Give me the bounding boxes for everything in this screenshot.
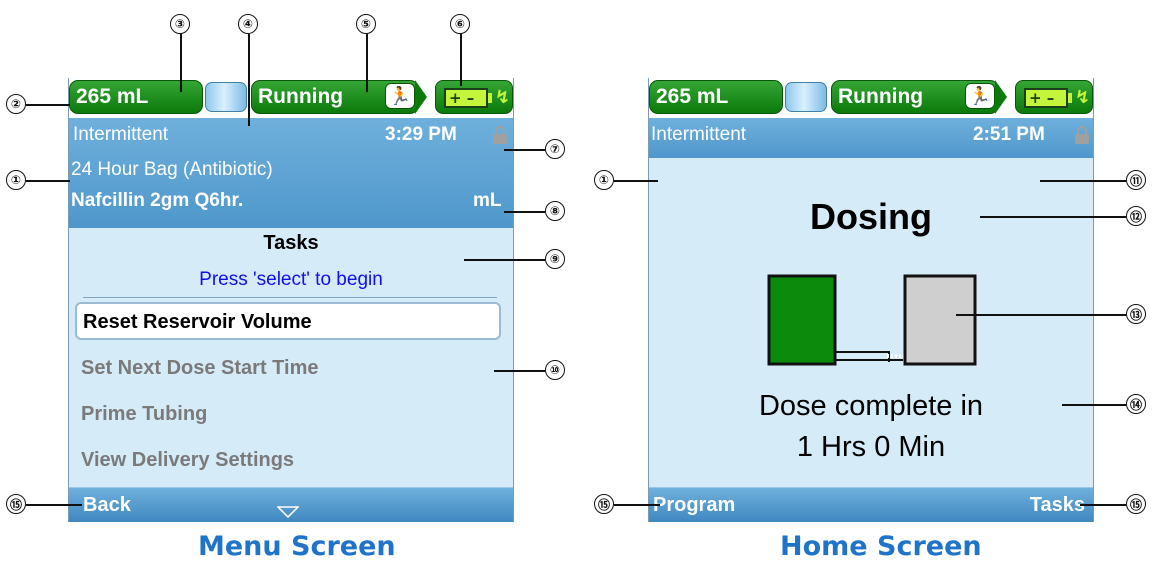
menu-item-reset-reservoir-volume[interactable]: Reset Reservoir Volume [75,302,501,340]
divider [83,297,497,298]
plug-icon: ↯ [495,87,511,108]
bag-icon [205,82,247,112]
callout-14: ⑭ [1126,394,1146,414]
lock-icon [493,126,507,144]
arrow-tip-icon [415,80,427,114]
home-screen: 265 mL Running 🏃 + – ↯ Intermittent 2:51… [648,78,1094,522]
screen-header: Intermittent 2:51 PM [649,118,1093,158]
clock-time: 2:51 PM [973,124,1045,145]
softkey-bar: Program Tasks [649,487,1093,522]
callout-15-home-right: ⑮ [1126,494,1146,514]
dosing-progress-icon [767,274,977,366]
tasks-softkey[interactable]: Tasks [1030,494,1085,517]
running-icon: 🏃 [965,83,995,109]
softkey-bar: Back [69,487,513,522]
dose-remaining-time: 1 Hrs 0 Min [796,431,946,463]
delivery-mode: Intermittent [73,124,169,145]
menu-screen-caption: Menu Screen [198,531,396,562]
lock-icon [1075,126,1089,144]
callout-11: ⑪ [1126,170,1146,190]
callout-9: ⑨ [545,249,565,269]
callout-7: ⑦ [545,139,565,159]
bag-icon [785,82,827,112]
callout-15-home-left: ⑮ [594,494,614,514]
menu-screen: 265 mL Running 🏃 + – ↯ Intermittent 3:29… [68,78,514,522]
menu-item-view-delivery-settings[interactable]: View Delivery Settings [75,442,501,480]
status-bar: 265 mL Running 🏃 + – ↯ [69,78,513,118]
home-screen-caption: Home Screen [780,531,982,562]
volume-indicator: 265 mL [649,80,783,114]
scroll-down-icon[interactable] [277,506,299,518]
program-softkey[interactable]: Program [653,494,735,517]
callout-2: ② [6,94,26,114]
running-icon: 🏃 [385,83,415,109]
menu-item-set-next-dose-start-time[interactable]: Set Next Dose Start Time [75,350,501,388]
dose-complete-label: Dose complete in [758,390,984,422]
battery-icon: + – [1024,88,1068,108]
callout-6: ⑥ [450,14,470,34]
callout-1-home: ① [594,170,614,190]
tasks-hint: Press 'select' to begin [199,269,383,290]
drug-name: Nafcillin 2gm Q6hr. [71,190,244,211]
callout-5: ⑤ [356,14,376,34]
callout-4: ④ [238,14,258,34]
callout-3: ③ [170,14,190,34]
callout-10: ⑩ [545,360,565,380]
callout-8: ⑧ [545,201,565,221]
battery-indicator: + – ↯ [435,80,513,114]
status-bar: 265 mL Running 🏃 + – ↯ [649,78,1093,118]
tasks-title: Tasks [263,232,319,254]
callout-13: ⑬ [1126,304,1146,324]
callout-15: ⑮ [6,494,26,514]
callout-1: ① [6,170,26,190]
clock-time: 3:29 PM [385,124,457,145]
menu-content: Tasks Press 'select' to begin Reset Rese… [69,228,513,490]
screen-header: Intermittent 3:29 PM 24 Hour Bag (Antibi… [69,118,513,228]
menu-item-prime-tubing[interactable]: Prime Tubing [75,396,501,434]
volume-indicator: 265 mL [69,80,203,114]
home-content: Dosing Dose complete in 1 Hrs 0 Min [649,158,1093,488]
delivery-mode: Intermittent [651,124,747,145]
callout-12: ⑫ [1126,206,1146,226]
plug-icon: ↯ [1075,87,1091,108]
arrow-tip-icon [995,80,1007,114]
back-softkey[interactable]: Back [83,494,131,517]
battery-indicator: + – ↯ [1015,80,1093,114]
bag-description: 24 Hour Bag (Antibiotic) [71,159,273,180]
dose-unit: mL [473,190,502,211]
battery-icon: + – [444,88,488,108]
